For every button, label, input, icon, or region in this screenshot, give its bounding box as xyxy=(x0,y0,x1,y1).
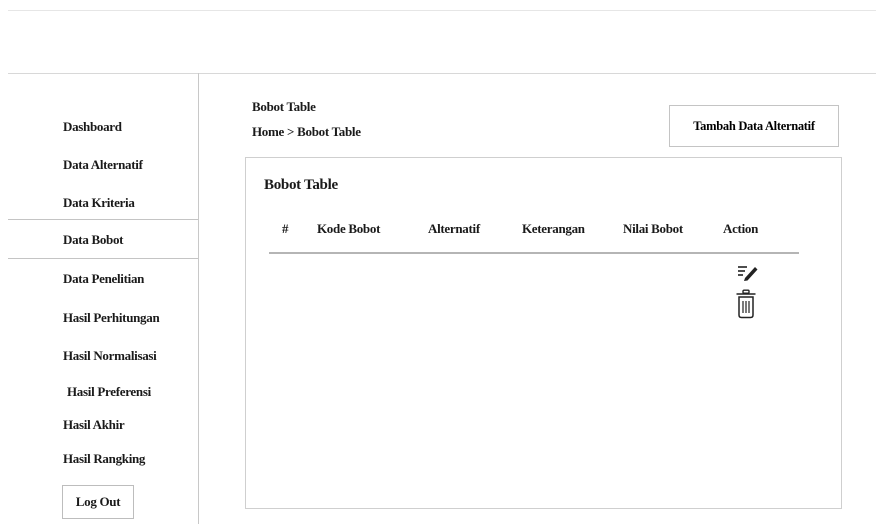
column-header-number: # xyxy=(282,221,289,236)
column-header-action: Action xyxy=(723,221,759,236)
sidebar-item-hasil-normalisasi[interactable]: Hasil Normalisasi xyxy=(63,348,157,364)
breadcrumb-current: Bobot Table xyxy=(297,124,361,139)
column-header-alternatif: Alternatif xyxy=(428,221,480,236)
breadcrumb-separator: > xyxy=(287,124,295,139)
sidebar-item-data-alternatif[interactable]: Data Alternatif xyxy=(63,157,143,173)
edit-icon[interactable] xyxy=(737,264,759,287)
sidebar-item-data-penelitian[interactable]: Data Penelitian xyxy=(63,271,144,287)
sidebar-item-hasil-preferensi[interactable]: Hasil Preferensi xyxy=(67,384,151,400)
trash-icon[interactable] xyxy=(735,289,757,324)
sidebar-item-hasil-akhir[interactable]: Hasil Akhir xyxy=(63,417,125,433)
sidebar: Dashboard Data Alternatif Data Kriteria … xyxy=(8,73,199,524)
sidebar-item-data-bobot[interactable]: Data Bobot xyxy=(63,232,124,248)
add-data-button[interactable]: Tambah Data Alternatif xyxy=(669,105,839,147)
sidebar-item-data-kriteria[interactable]: Data Kriteria xyxy=(63,195,135,211)
bobot-table-card: Bobot Table # Kode Bobot Alternatif Kete… xyxy=(245,157,842,509)
page-title: Bobot Table xyxy=(252,99,316,114)
column-header-kode-bobot: Kode Bobot xyxy=(317,221,381,236)
breadcrumb: Home > Bobot Table xyxy=(252,124,361,140)
card-title: Bobot Table xyxy=(264,177,338,193)
top-navbar xyxy=(8,10,876,74)
logout-button[interactable]: Log Out xyxy=(62,485,134,519)
sidebar-item-hasil-rangking[interactable]: Hasil Rangking xyxy=(63,451,145,467)
sidebar-item-dashboard[interactable]: Dashboard xyxy=(63,119,122,135)
column-header-keterangan: Keterangan xyxy=(522,221,585,236)
sidebar-item-hasil-perhitungan[interactable]: Hasil Perhitungan xyxy=(63,310,160,326)
breadcrumb-home-link[interactable]: Home xyxy=(252,124,284,140)
table-header-divider xyxy=(269,252,799,254)
column-header-nilai-bobot: Nilai Bobot xyxy=(623,221,683,236)
